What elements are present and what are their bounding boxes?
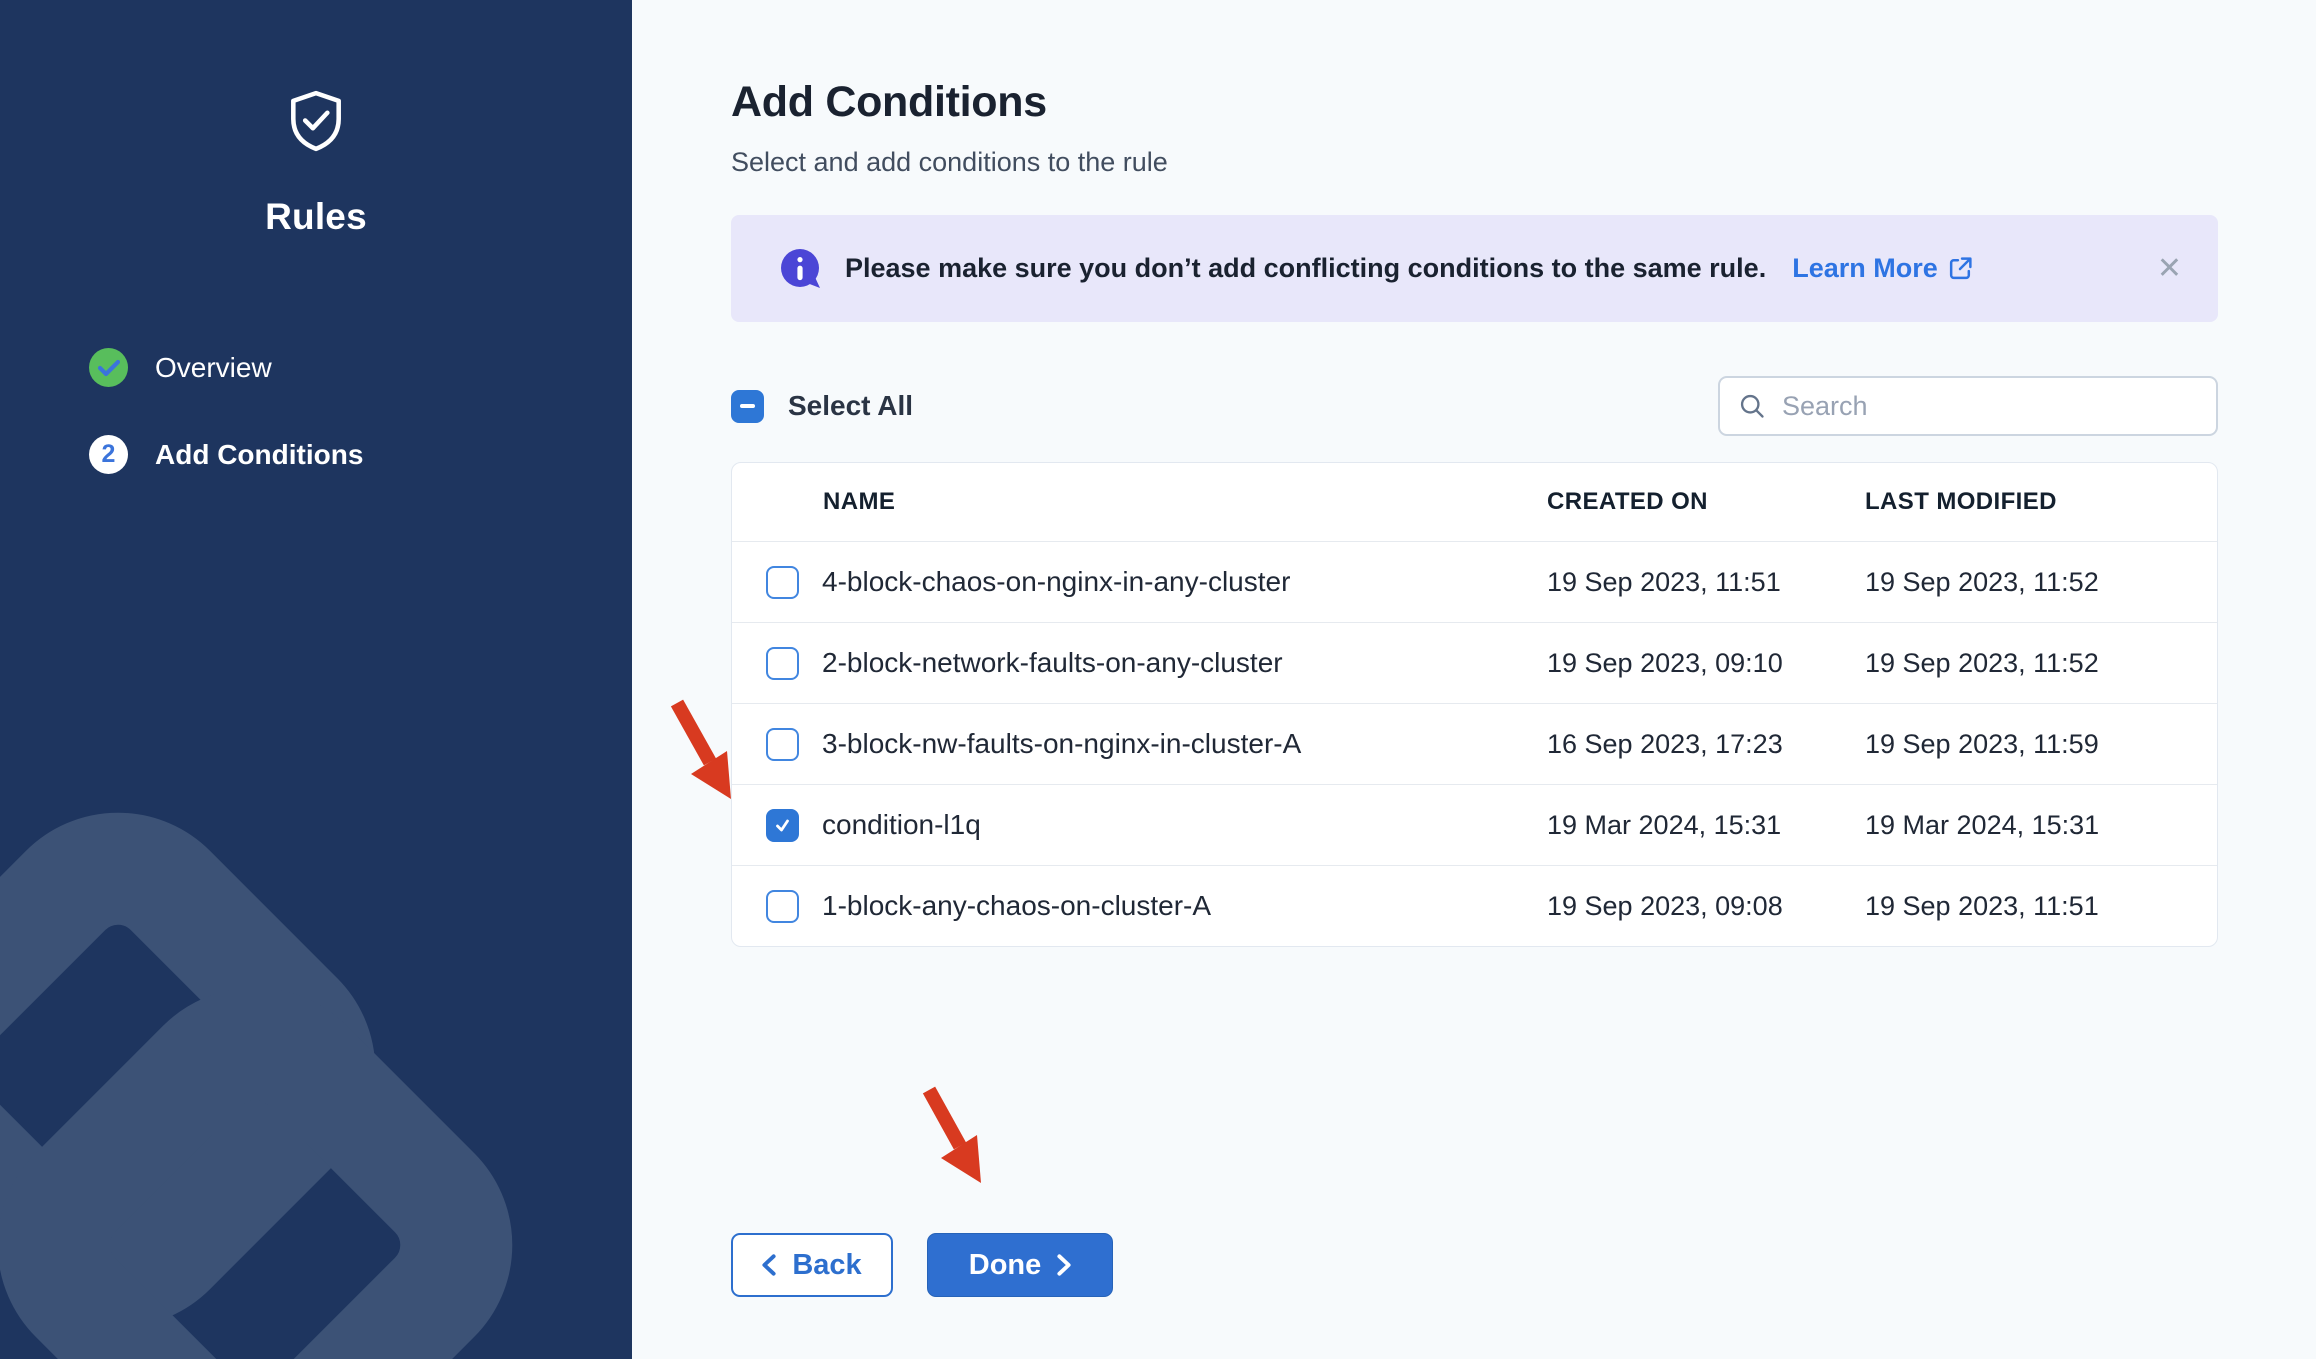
- wizard-footer: Back Done: [731, 1233, 2218, 1297]
- step-number-badge: 2: [89, 435, 128, 474]
- sidebar-brand: Rules: [0, 88, 632, 238]
- rules-add-conditions-page: Rules Overview 2 Add Conditions Add Cond…: [0, 0, 2316, 1359]
- table-toolbar: Select All: [731, 376, 2218, 436]
- created-on: 19 Mar 2024, 15:31: [1547, 810, 1865, 841]
- select-all-label: Select All: [788, 390, 913, 422]
- page-title: Add Conditions: [731, 78, 2218, 127]
- external-link-icon: [1947, 255, 1974, 282]
- learn-more-link[interactable]: Learn More: [1792, 253, 1974, 284]
- back-button-label: Back: [792, 1249, 861, 1282]
- table-header-row: NAME CREATED ON LAST MODIFIED: [732, 463, 2217, 541]
- row-checkbox[interactable]: [766, 809, 799, 842]
- close-icon[interactable]: ✕: [2157, 254, 2182, 284]
- table-row-selected[interactable]: condition-l1q 19 Mar 2024, 15:31 19 Mar …: [732, 784, 2217, 865]
- done-button[interactable]: Done: [927, 1233, 1113, 1297]
- magnifier-icon: [1738, 392, 1766, 420]
- row-checkbox[interactable]: [766, 728, 799, 761]
- table-row[interactable]: 4-block-chaos-on-nginx-in-any-cluster 19…: [732, 541, 2217, 622]
- created-on: 19 Sep 2023, 09:08: [1547, 891, 1865, 922]
- row-checkbox[interactable]: [766, 647, 799, 680]
- created-on: 19 Sep 2023, 11:51: [1547, 567, 1865, 598]
- banner-message: Please make sure you don’t add conflicti…: [845, 253, 1766, 284]
- select-all[interactable]: Select All: [731, 390, 913, 423]
- info-banner: Please make sure you don’t add conflicti…: [731, 215, 2218, 322]
- table-row[interactable]: 3-block-nw-faults-on-nginx-in-cluster-A …: [732, 703, 2217, 784]
- last-modified: 19 Mar 2024, 15:31: [1865, 810, 2217, 841]
- sidebar: Rules Overview 2 Add Conditions: [0, 0, 632, 1359]
- column-header-last-modified: LAST MODIFIED: [1865, 488, 2217, 516]
- last-modified: 19 Sep 2023, 11:52: [1865, 648, 2217, 679]
- page-subtitle: Select and add conditions to the rule: [731, 147, 2218, 178]
- table-row[interactable]: 1-block-any-chaos-on-cluster-A 19 Sep 20…: [732, 865, 2217, 946]
- chevron-right-icon: [1057, 1254, 1071, 1276]
- step-label: Overview: [155, 352, 272, 384]
- done-button-label: Done: [969, 1249, 1042, 1282]
- row-checkbox[interactable]: [766, 566, 799, 599]
- step-done-icon: [89, 348, 128, 387]
- sidebar-title: Rules: [0, 196, 632, 238]
- condition-name: 1-block-any-chaos-on-cluster-A: [822, 890, 1211, 922]
- table-row[interactable]: 2-block-network-faults-on-any-cluster 19…: [732, 622, 2217, 703]
- select-all-checkbox[interactable]: [731, 390, 764, 423]
- search-box[interactable]: [1718, 376, 2218, 436]
- shield-check-icon: [283, 88, 349, 154]
- column-header-name: NAME: [732, 488, 1547, 516]
- created-on: 19 Sep 2023, 09:10: [1547, 648, 1865, 679]
- main-panel: Add Conditions Select and add conditions…: [632, 0, 2316, 1359]
- last-modified: 19 Sep 2023, 11:51: [1865, 891, 2217, 922]
- column-header-created-on: CREATED ON: [1547, 488, 1865, 516]
- wizard-stepper: Overview 2 Add Conditions: [89, 348, 363, 522]
- info-icon: [779, 247, 823, 291]
- last-modified: 19 Sep 2023, 11:59: [1865, 729, 2217, 760]
- conditions-table: NAME CREATED ON LAST MODIFIED 4-block-ch…: [731, 462, 2218, 947]
- condition-name: 4-block-chaos-on-nginx-in-any-cluster: [822, 566, 1290, 598]
- search-input[interactable]: [1782, 391, 2198, 422]
- condition-name: 2-block-network-faults-on-any-cluster: [822, 647, 1283, 679]
- step-add-conditions[interactable]: 2 Add Conditions: [89, 435, 363, 474]
- back-button[interactable]: Back: [731, 1233, 893, 1297]
- chevron-left-icon: [762, 1254, 776, 1276]
- step-label: Add Conditions: [155, 439, 363, 471]
- row-checkbox[interactable]: [766, 890, 799, 923]
- created-on: 16 Sep 2023, 17:23: [1547, 729, 1865, 760]
- step-overview[interactable]: Overview: [89, 348, 363, 387]
- learn-more-label: Learn More: [1792, 253, 1938, 284]
- check-icon: [98, 359, 120, 377]
- last-modified: 19 Sep 2023, 11:52: [1865, 567, 2217, 598]
- condition-name: 3-block-nw-faults-on-nginx-in-cluster-A: [822, 728, 1301, 760]
- condition-name: condition-l1q: [822, 809, 981, 841]
